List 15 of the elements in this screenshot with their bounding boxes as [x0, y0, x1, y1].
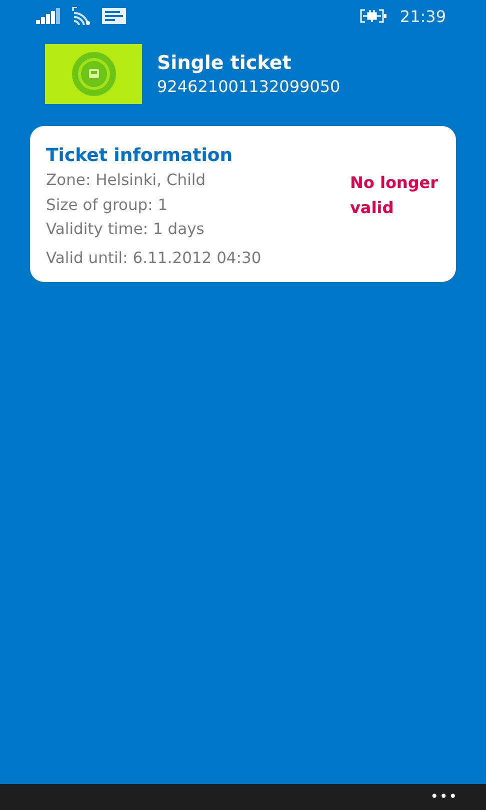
message-icon	[102, 8, 126, 24]
info-line: Size of group: 1	[46, 194, 169, 216]
signal-icon	[36, 8, 62, 24]
battery-charging-icon	[360, 8, 388, 24]
valid-until-text: Valid until: 6.11.2012 04:30	[46, 248, 262, 268]
clock-time: 21:39	[400, 6, 446, 26]
info-line: Validity time: 1 days	[46, 219, 206, 240]
more-button[interactable]: •••	[430, 789, 458, 805]
ticket-icon	[45, 44, 142, 104]
info-line: Zone: Helsinki, Child	[46, 170, 207, 191]
ticket-number: 924621001132099050	[157, 76, 340, 98]
ticket-title: Single ticket	[157, 51, 292, 76]
validity-status: No longer valid	[350, 172, 440, 219]
card-heading: Ticket information	[46, 144, 234, 168]
wifi-icon	[72, 7, 92, 25]
